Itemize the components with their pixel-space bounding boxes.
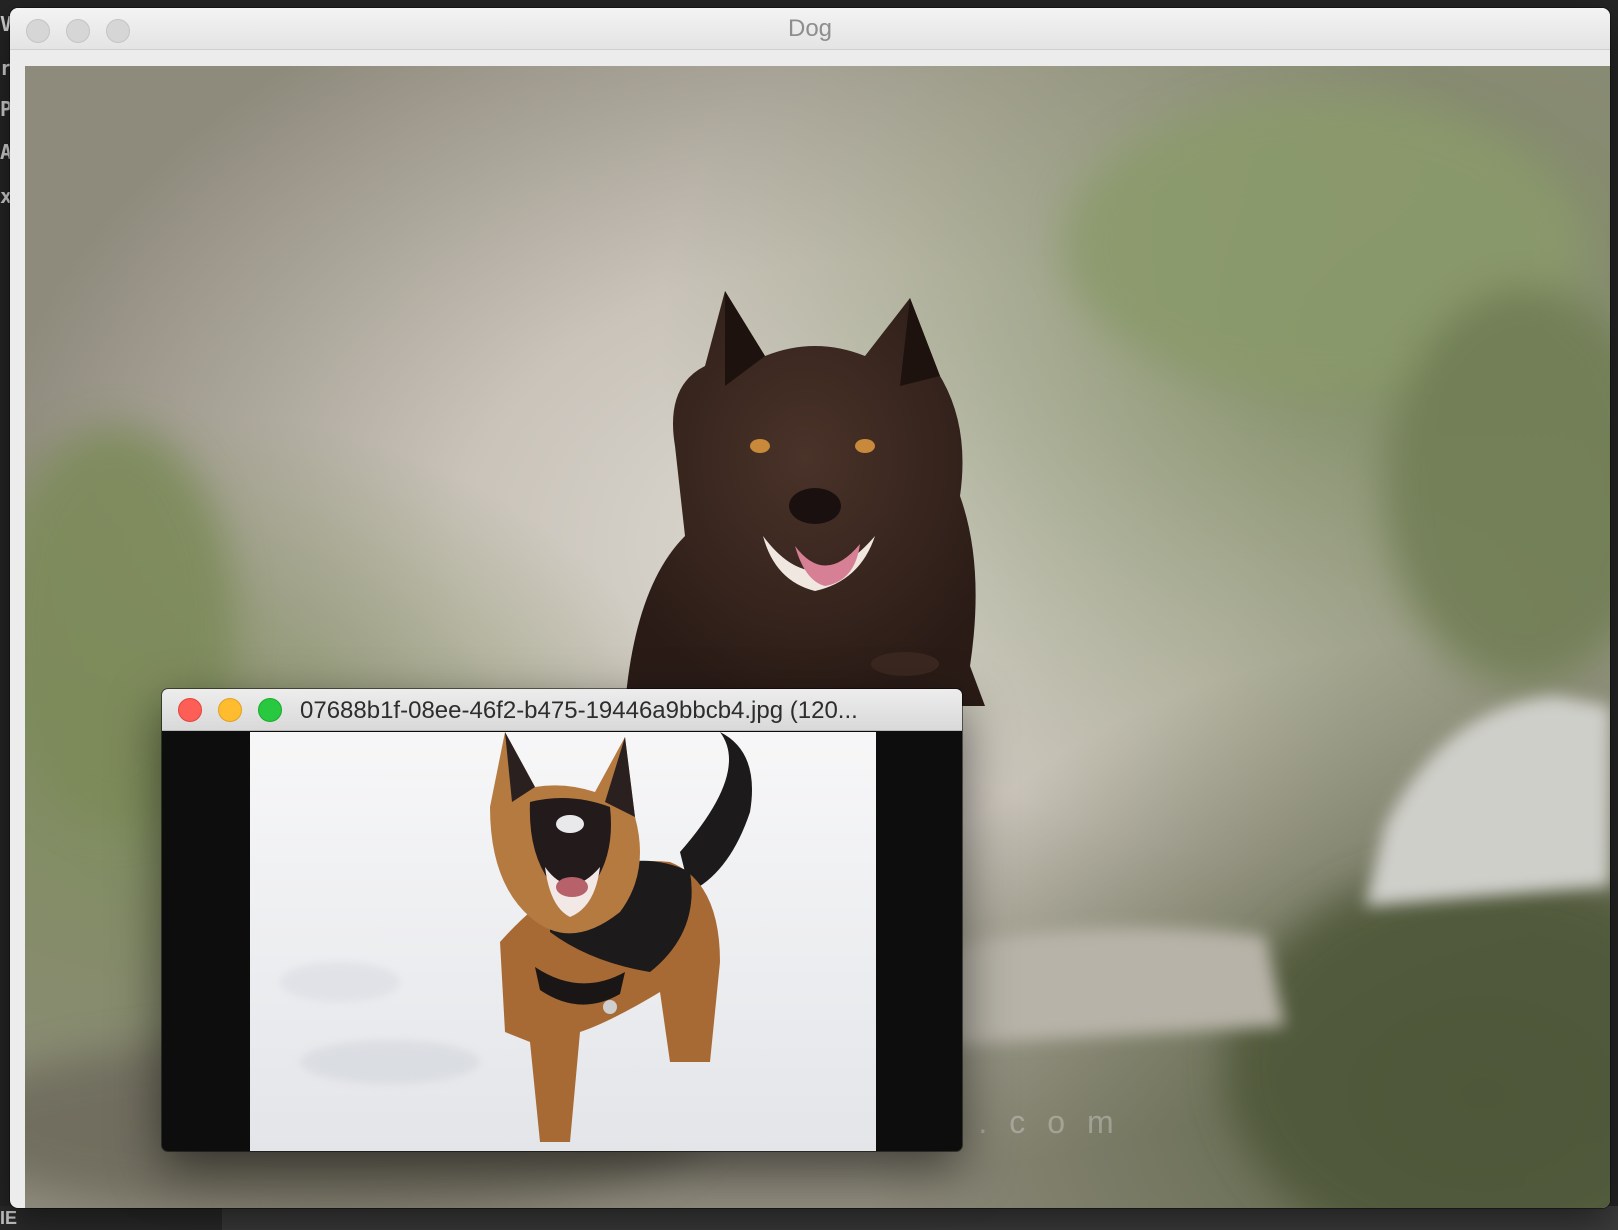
- editor-gutter-char: r: [0, 56, 10, 80]
- zoom-button[interactable]: [258, 698, 282, 722]
- editor-status-bar: IE: [0, 1206, 1618, 1230]
- shepherd-photo: [250, 732, 876, 1151]
- editor-gutter-char: P: [0, 97, 10, 121]
- close-button[interactable]: [178, 698, 202, 722]
- editor-gutter-char: V: [0, 12, 10, 36]
- editor-gutter-char: x: [0, 184, 10, 208]
- editor-gutter-char: A: [0, 140, 10, 164]
- shepherd-photo-illustration: [250, 732, 876, 1151]
- window-title: Dog: [787, 15, 833, 42]
- minimize-button[interactable]: [218, 698, 242, 722]
- editor-status-text: IE: [0, 1206, 222, 1230]
- preview-window[interactable]: 07688b1f-08ee-46f2-b475-19446a9bbcb4.jpg…: [162, 689, 962, 1151]
- preview-titlebar[interactable]: 07688b1f-08ee-46f2-b475-19446a9bbcb4.jpg…: [162, 689, 962, 731]
- window-titlebar[interactable]: Dog: [10, 8, 1610, 50]
- preview-title: 07688b1f-08ee-46f2-b475-19446a9bbcb4.jpg…: [300, 697, 858, 724]
